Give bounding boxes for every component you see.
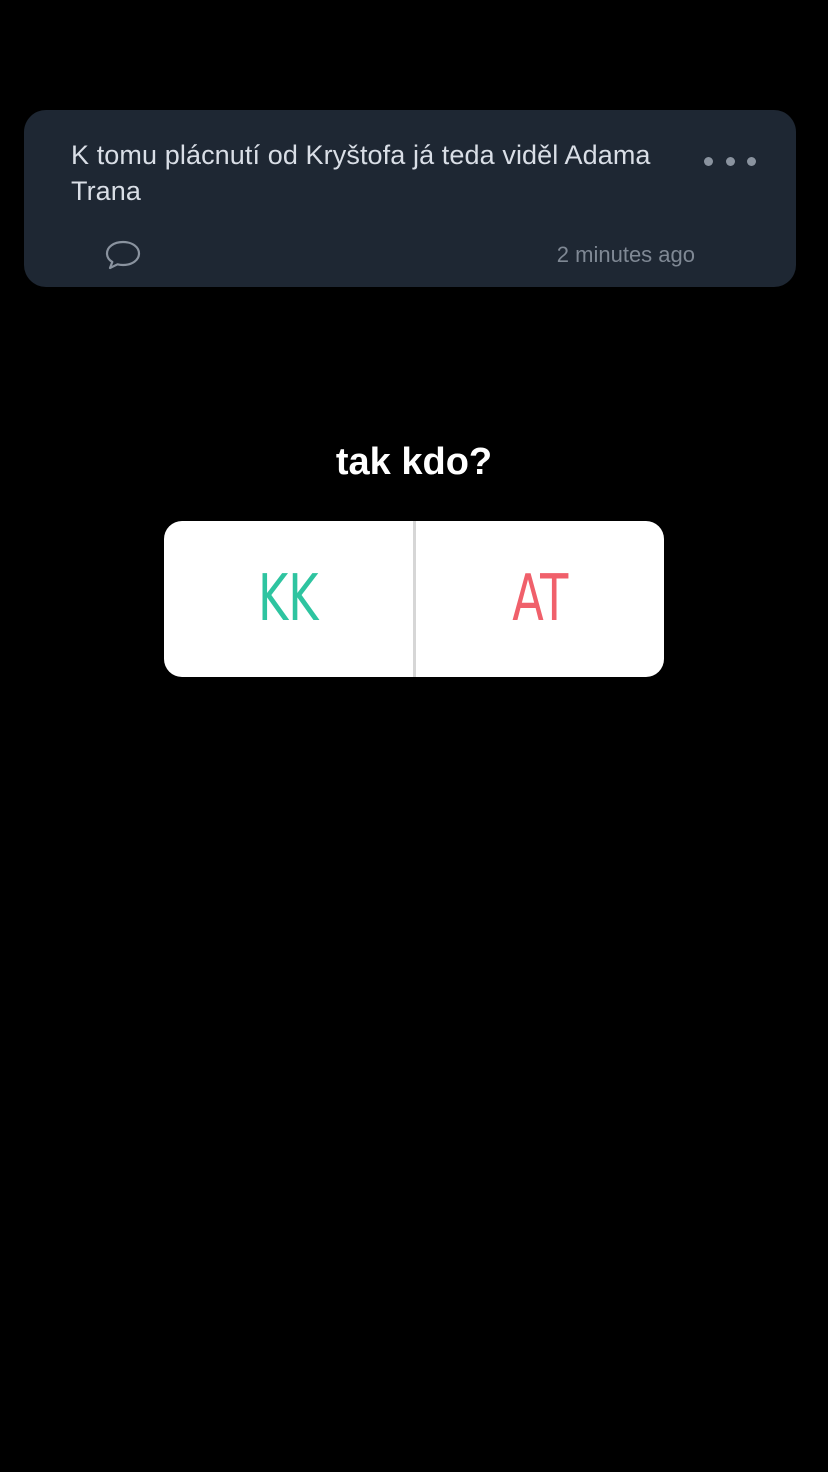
more-horizontal-icon bbox=[704, 156, 713, 166]
poll-question: tak kdo? bbox=[335, 441, 493, 483]
comment-bubble-icon bbox=[105, 240, 141, 270]
comment-button[interactable] bbox=[104, 238, 142, 272]
more-horizontal-icon-dot bbox=[725, 156, 735, 166]
poll-option-at[interactable]: AT bbox=[450, 521, 629, 677]
post-text: K tomu plácnutí od Kryštofa já teda vidě… bbox=[71, 140, 651, 206]
poll-sticker: KK AT bbox=[164, 521, 664, 677]
poll-option-kk[interactable]: KK bbox=[199, 521, 378, 677]
poll-divider bbox=[412, 521, 416, 677]
post-timestamp: 2 minutes ago bbox=[556, 242, 695, 267]
more-horizontal-icon-dot bbox=[747, 156, 756, 166]
post-card: K tomu plácnutí od Kryštofa já teda vidě… bbox=[24, 110, 796, 287]
more-options-button[interactable] bbox=[704, 144, 756, 178]
